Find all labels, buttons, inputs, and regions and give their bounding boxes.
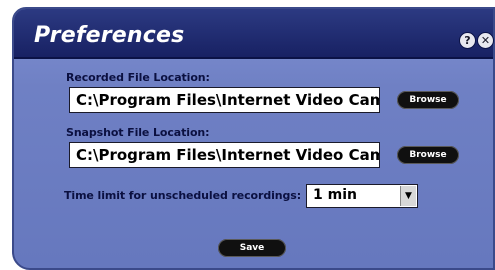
- recorded-location-input[interactable]: C:\Program Files\Internet Video Camer: [69, 87, 380, 113]
- title-bar: Preferences ? ✕: [14, 9, 493, 59]
- help-icon[interactable]: ?: [460, 33, 475, 48]
- preferences-dialog: Preferences ? ✕ Recorded File Location: …: [12, 7, 495, 270]
- close-icon[interactable]: ✕: [478, 33, 493, 48]
- snapshot-location-input[interactable]: C:\Program Files\Internet Video Camer: [69, 142, 380, 168]
- dropdown-arrow-icon[interactable]: ▼: [400, 186, 416, 206]
- recorded-location-label: Recorded File Location:: [66, 71, 210, 84]
- time-limit-label: Time limit for unscheduled recordings:: [64, 189, 302, 202]
- time-limit-value: 1 min: [313, 187, 357, 203]
- save-button[interactable]: Save: [218, 239, 286, 257]
- recorded-browse-button[interactable]: Browse: [397, 91, 459, 109]
- time-limit-select[interactable]: 1 min ▼: [306, 184, 418, 208]
- snapshot-location-label: Snapshot File Location:: [66, 126, 210, 139]
- dialog-title: Preferences: [34, 23, 185, 48]
- snapshot-browse-button[interactable]: Browse: [397, 146, 459, 164]
